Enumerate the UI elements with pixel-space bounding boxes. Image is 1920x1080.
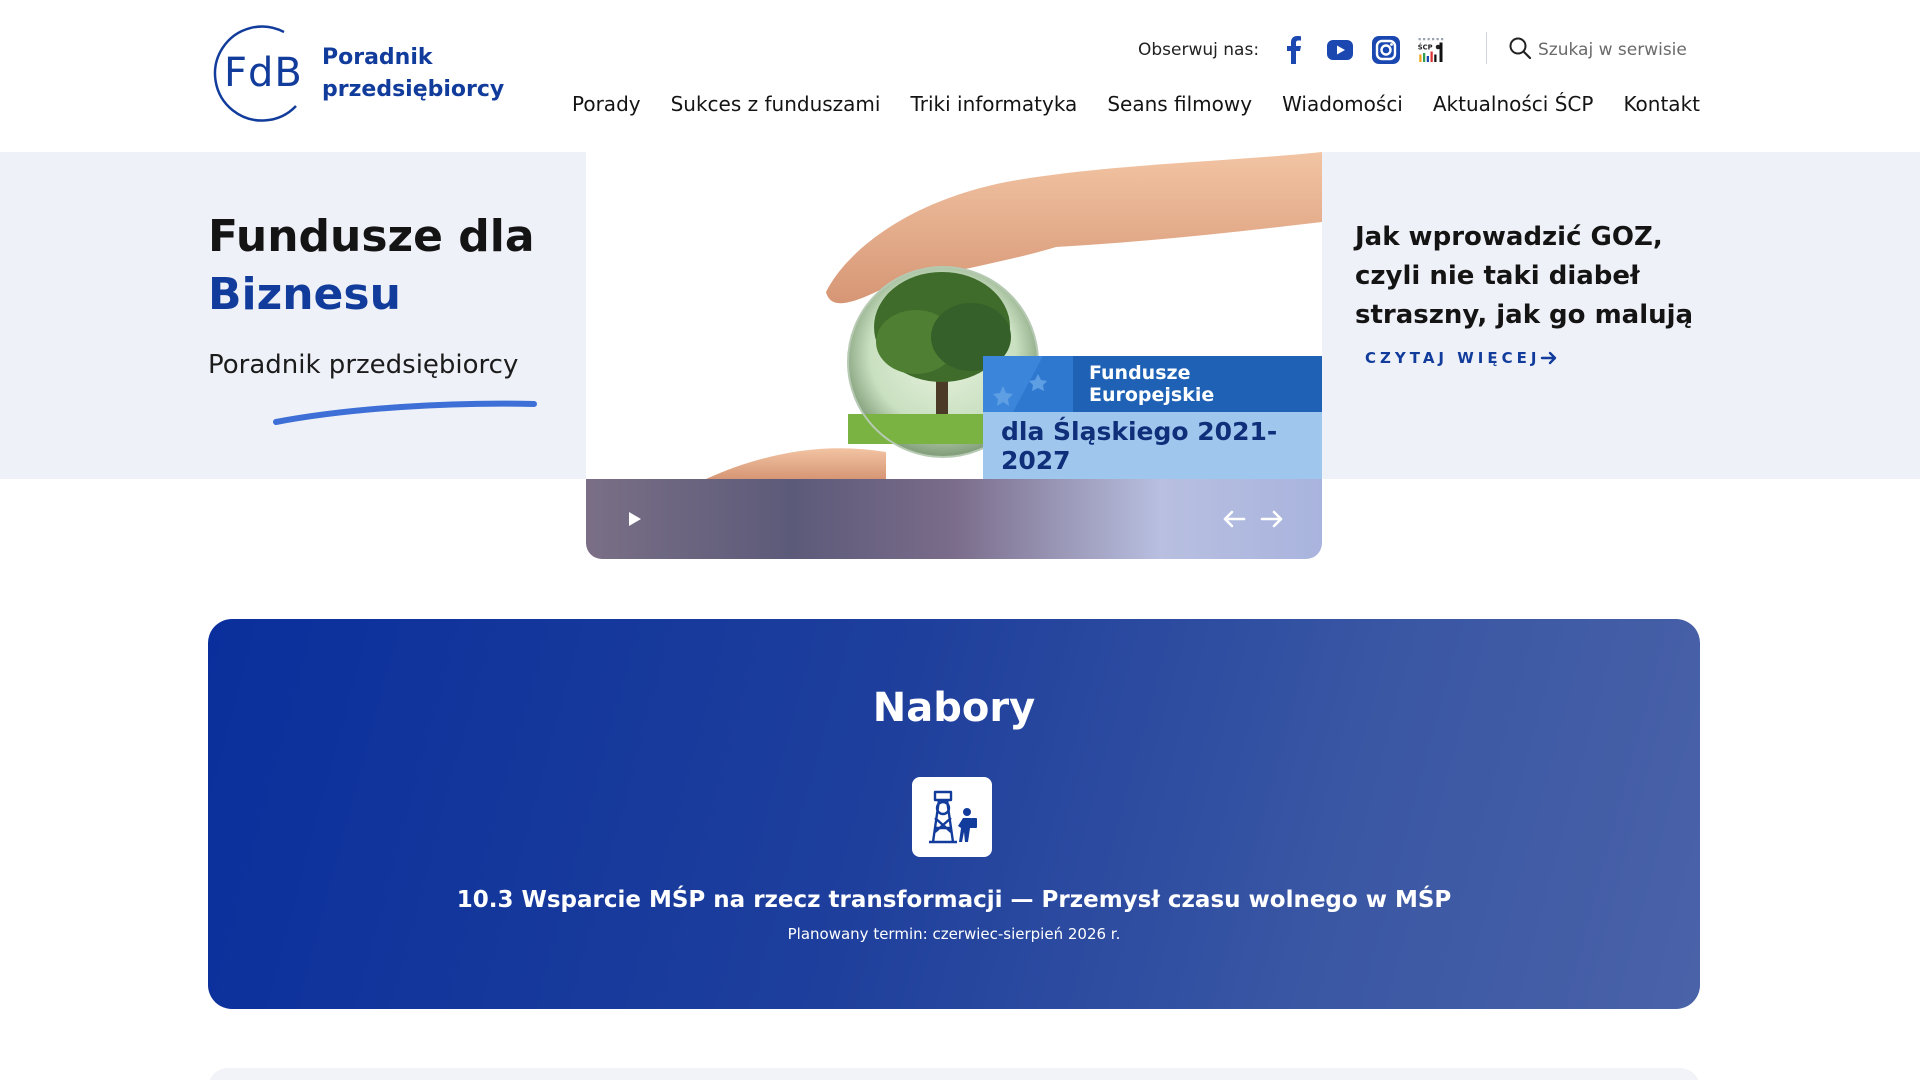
- hero-slider[interactable]: Fundusze Europejskie dla Śląskiego 2021-…: [586, 152, 1322, 559]
- logo-abbr: FdB: [224, 50, 303, 96]
- nav-porady[interactable]: Porady: [572, 92, 641, 116]
- scp-icon[interactable]: ŚCP: [1417, 35, 1447, 65]
- nav-wiadomosci[interactable]: Wiadomości: [1282, 92, 1403, 116]
- main-nav: Porady Sukces z funduszami Triki informa…: [572, 92, 1700, 116]
- slider-controls: [586, 479, 1322, 559]
- logo-line2: przedsiębiorcy: [322, 77, 505, 102]
- hero-title-line1: Fundusze dla: [208, 211, 535, 262]
- read-more-label: CZYTAJ WIĘCEJ: [1365, 349, 1541, 367]
- nav-kontakt[interactable]: Kontakt: [1623, 92, 1700, 116]
- nabory-item-title[interactable]: 10.3 Wsparcie MŚP na rzecz transformacji…: [208, 887, 1700, 913]
- scp-badge-text: ŚCP: [1418, 42, 1433, 51]
- search-icon[interactable]: [1508, 36, 1532, 64]
- mine-tower-icon[interactable]: [912, 777, 992, 857]
- hero-title: Fundusze dla Biznesu: [208, 208, 535, 324]
- next-section-card: [208, 1068, 1700, 1080]
- instagram-icon[interactable]: [1371, 35, 1401, 65]
- arrow-right-icon[interactable]: [1258, 505, 1286, 533]
- arrow-right-icon: [1541, 351, 1557, 365]
- facebook-icon[interactable]: [1279, 35, 1309, 65]
- header-divider: [1486, 32, 1487, 64]
- arrow-left-icon[interactable]: [1220, 505, 1248, 533]
- fe-badge-bottom-text: dla Śląskiego 2021-2027: [1001, 416, 1278, 475]
- hero-title-line2: Biznesu: [208, 269, 401, 320]
- nav-sukces-z-funduszami[interactable]: Sukces z funduszami: [671, 92, 881, 116]
- featured-article-title[interactable]: Jak wprowadzić GOZ, czyli nie taki diabe…: [1355, 218, 1715, 335]
- social-follow: Obserwuj nas: ŚCP: [1138, 36, 1463, 64]
- nav-seans-filmowy[interactable]: Seans filmowy: [1107, 92, 1252, 116]
- eu-stars-icon: [983, 356, 1073, 412]
- follow-label: Obserwuj nas:: [1138, 40, 1260, 60]
- fe-badge-bottom: dla Śląskiego 2021-2027: [983, 412, 1322, 479]
- logo-mark: FdB: [206, 24, 306, 124]
- site-logo[interactable]: FdB Poradnik przedsiębiorcy: [206, 24, 504, 124]
- logo-text: Poradnik przedsiębiorcy: [322, 42, 504, 106]
- site-header: FdB Poradnik przedsiębiorcy Obserwuj nas…: [0, 0, 1920, 152]
- fe-badge-top-text: Fundusze Europejskie: [1089, 362, 1215, 406]
- hero-subtitle: Poradnik przedsiębiorcy: [208, 350, 519, 380]
- nav-aktualnosci-scp[interactable]: Aktualności ŚCP: [1433, 92, 1594, 116]
- search-input[interactable]: [1538, 40, 1698, 60]
- hero-intro: Fundusze dla Biznesu Poradnik przedsiębi…: [208, 208, 535, 380]
- nabory-section: Nabory 10.3 Wsparcie MŚP na rzecz transf…: [208, 619, 1700, 1009]
- nabory-heading: Nabory: [872, 685, 1036, 731]
- nav-triki-informatyka[interactable]: Triki informatyka: [910, 92, 1077, 116]
- brush-underline: [273, 400, 537, 425]
- featured-article: Jak wprowadzić GOZ, czyli nie taki diabe…: [1355, 218, 1715, 367]
- play-icon[interactable]: [622, 507, 646, 531]
- youtube-icon[interactable]: [1325, 35, 1355, 65]
- search-box[interactable]: [1508, 36, 1698, 64]
- nabory-item-date: Planowany termin: czerwiec-sierpień 2026…: [787, 925, 1121, 943]
- read-more-link[interactable]: CZYTAJ WIĘCEJ: [1365, 349, 1558, 367]
- logo-line1: Poradnik: [322, 45, 433, 70]
- fe-badge-top: Fundusze Europejskie: [983, 356, 1322, 412]
